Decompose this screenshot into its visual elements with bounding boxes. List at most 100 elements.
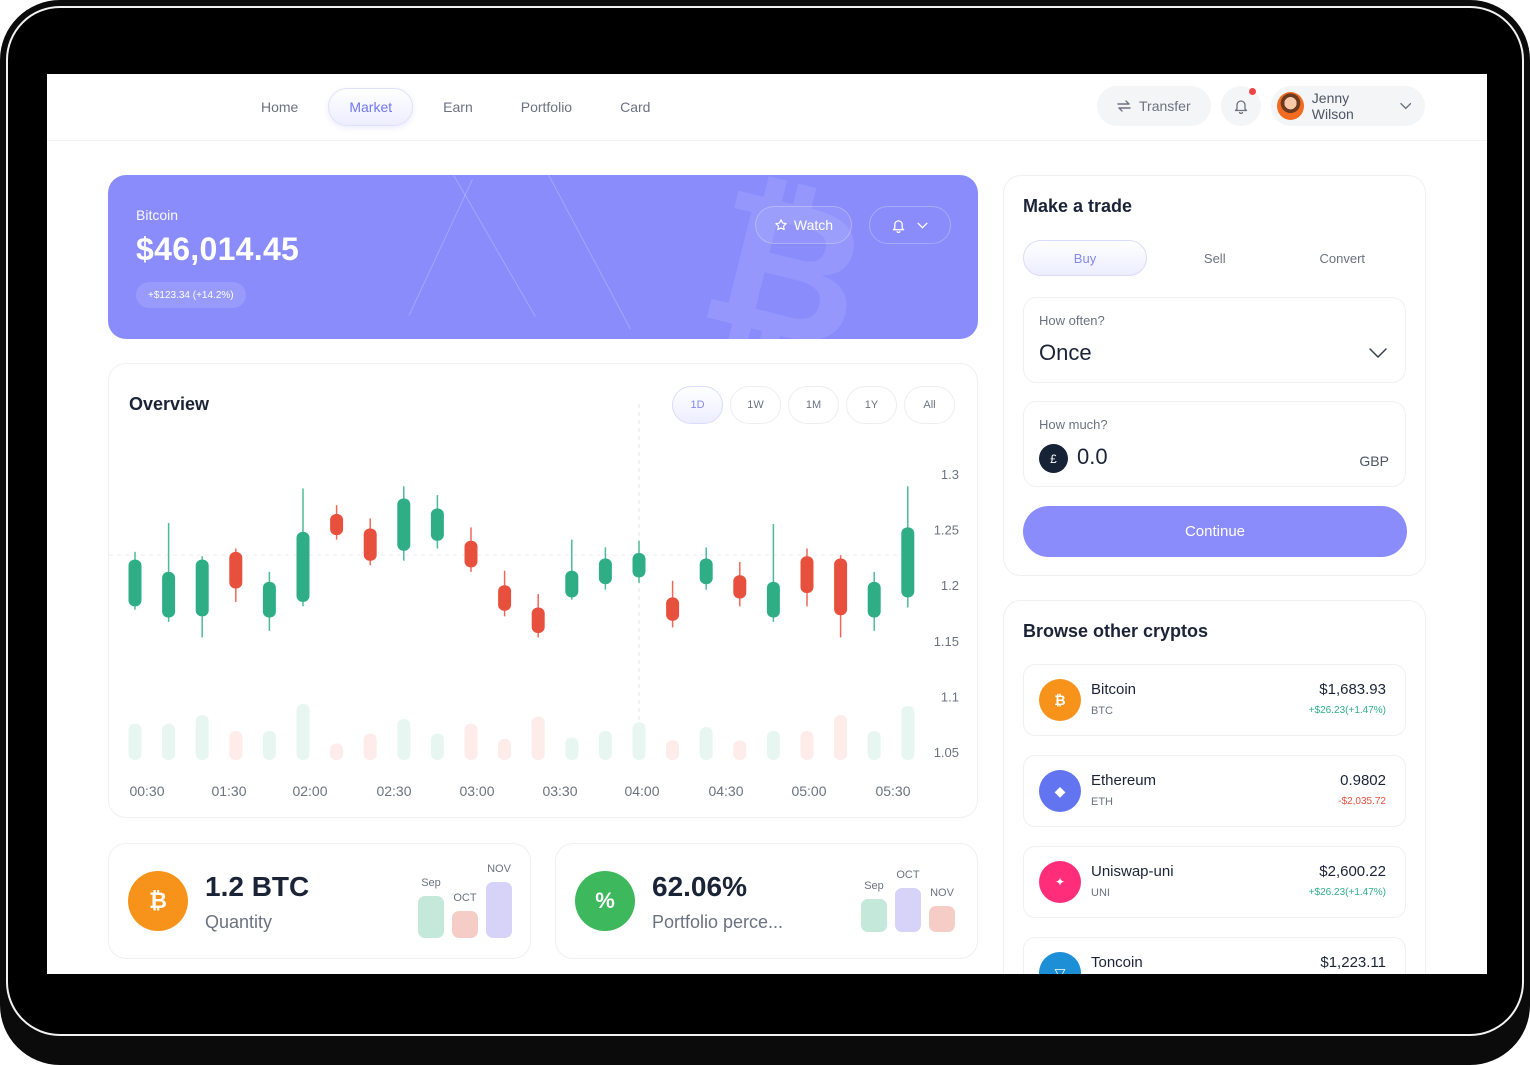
trade-title: Make a trade	[1023, 196, 1133, 216]
volume-bar	[464, 723, 478, 760]
mini-bar	[861, 899, 887, 932]
candle-body	[162, 571, 176, 618]
transfer-label: Transfer	[1139, 98, 1191, 114]
notifications-button[interactable]	[1221, 86, 1261, 126]
frequency-select[interactable]: How often? Once	[1023, 297, 1406, 383]
candle-body	[363, 528, 377, 561]
continue-button[interactable]: Continue	[1023, 506, 1407, 557]
volume-bar	[363, 733, 377, 760]
coin-hero-card: ₿ Bitcoin $46,014.45 +$123.34 (+14.2%) W…	[108, 175, 978, 339]
crypto-name: Toncoin	[1091, 954, 1143, 971]
crypto-name: Uniswap-uni	[1091, 863, 1174, 880]
crypto-name: Ethereum	[1091, 772, 1157, 789]
frequency-value: Once	[1039, 340, 1092, 365]
overview-card: Overview 1D 1W 1M 1Y All 1.3 1.25 1.2 1.15 1…	[108, 363, 978, 818]
candle-body	[565, 570, 579, 598]
crypto-list-item[interactable]: ◆ Ethereum ETH 0.9802 -$2,035.72	[1023, 755, 1406, 827]
volume-bar	[195, 715, 209, 760]
trade-card: Make a trade Buy Sell Convert How often?…	[1003, 175, 1426, 576]
tab-convert[interactable]: Convert	[1279, 240, 1407, 276]
volume-bar	[699, 727, 713, 760]
candle-body	[229, 551, 243, 589]
browse-cryptos-card: Browse other cryptos ₿ Bitcoin BTC $1,68…	[1003, 600, 1426, 974]
candle-body	[598, 558, 612, 585]
volume-bar	[834, 715, 848, 760]
mini-bar	[929, 905, 955, 932]
chevron-down-icon	[917, 222, 928, 229]
nav-market[interactable]: Market	[328, 88, 414, 126]
chevron-down-icon	[1399, 102, 1411, 110]
ethereum-icon: ◆	[1039, 770, 1081, 812]
volume-bar	[531, 716, 545, 760]
volume-bar	[162, 723, 176, 760]
volume-bar	[128, 723, 142, 760]
browse-title: Browse other cryptos	[1023, 621, 1209, 641]
volume-bar	[565, 737, 579, 760]
volume-bar	[430, 733, 444, 760]
mini-bar-label: Sep	[864, 880, 884, 892]
amount-field[interactable]: How much? £ 0.0 GBP	[1023, 401, 1406, 487]
x-tick-label: 02:30	[376, 783, 411, 799]
mini-bar-label: NOV	[487, 863, 511, 875]
coin-name: Bitcoin	[136, 207, 179, 223]
volume-bar	[229, 730, 243, 760]
tab-buy[interactable]: Buy	[1023, 240, 1147, 276]
crypto-price: $2,600.22	[1319, 863, 1386, 880]
crypto-change: -$2,035.72	[1338, 796, 1386, 807]
candle-body	[498, 585, 512, 611]
x-tick-label: 00:30	[129, 783, 164, 799]
amount-input[interactable]: 0.0	[1077, 444, 1108, 470]
x-tick-label: 03:00	[459, 783, 494, 799]
bitcoin-icon: ₿	[1039, 679, 1081, 721]
candle-body	[330, 514, 344, 536]
volume-bar	[867, 730, 881, 760]
tab-sell[interactable]: Sell	[1151, 240, 1279, 276]
volume-bar	[498, 738, 512, 760]
nav-portfolio[interactable]: Portfolio	[503, 88, 590, 126]
candle-body	[867, 581, 881, 618]
avatar	[1277, 92, 1304, 120]
candle-body	[195, 559, 209, 617]
volume-bar	[262, 730, 276, 760]
y-tick-label: 1.15	[934, 634, 959, 649]
y-tick-label: 1.05	[934, 745, 959, 760]
x-tick-label: 01:30	[211, 783, 246, 799]
candle-body	[766, 581, 780, 618]
watch-button[interactable]: Watch	[755, 206, 852, 244]
price-alert-button[interactable]	[869, 206, 951, 244]
mini-bar-label: OCT	[896, 869, 920, 881]
decorative-line	[453, 175, 536, 318]
candle-body	[128, 559, 142, 607]
volume-bar	[598, 730, 612, 760]
y-tick-label: 1.3	[941, 467, 959, 482]
mini-bar	[418, 896, 444, 938]
crypto-price: $1,223.11	[1320, 954, 1386, 971]
volume-bar	[296, 703, 310, 760]
bell-icon	[892, 219, 905, 233]
crypto-list-item[interactable]: ✦ Uniswap-uni UNI $2,600.22 +$26.23(+1.4…	[1023, 846, 1406, 918]
y-tick-label: 1.2	[941, 578, 959, 593]
crypto-list-item[interactable]: ₿ Bitcoin BTC $1,683.93 +$26.23(+1.47%)	[1023, 664, 1406, 736]
crypto-list-item[interactable]: ▽ Toncoin TON $1,223.11	[1023, 937, 1406, 974]
nav-earn[interactable]: Earn	[425, 88, 491, 126]
transfer-button[interactable]: Transfer	[1097, 86, 1211, 126]
coin-price: $46,014.45	[136, 231, 300, 267]
candle-body	[733, 575, 747, 599]
user-menu[interactable]: Jenny Wilson	[1271, 86, 1425, 126]
volume-bar	[733, 740, 747, 760]
volume-bar	[330, 743, 344, 760]
top-navbar: Home Market Earn Portfolio Card Transfer…	[47, 74, 1487, 141]
star-icon	[775, 219, 787, 231]
toncoin-icon: ▽	[1039, 952, 1081, 974]
crypto-change: +$26.23(+1.47%)	[1308, 887, 1386, 898]
candlestick-chart[interactable]: 1.3 1.25 1.2 1.15 1.1 1.05 00:30 01:30 02:00 02:3…	[109, 364, 979, 819]
candle-body	[901, 527, 915, 598]
candle-body	[834, 558, 848, 616]
pound-icon: £	[1039, 444, 1068, 473]
nav-home[interactable]: Home	[243, 88, 316, 126]
y-tick-label: 1.1	[941, 689, 959, 704]
x-tick-label: 05:00	[791, 783, 826, 799]
user-name: Jenny Wilson	[1311, 90, 1354, 122]
nav-card[interactable]: Card	[602, 88, 668, 126]
bell-icon	[1234, 100, 1248, 114]
